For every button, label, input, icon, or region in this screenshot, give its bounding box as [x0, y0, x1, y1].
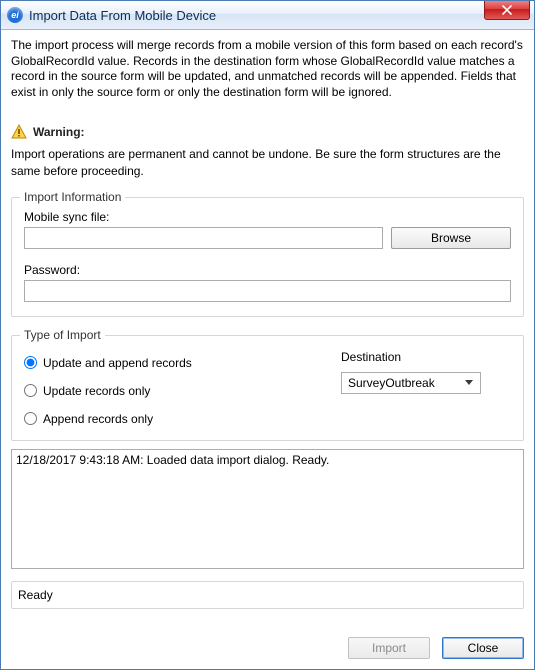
password-input[interactable] [24, 280, 511, 302]
app-icon: ei [7, 7, 23, 23]
browse-button[interactable]: Browse [391, 227, 511, 249]
import-dialog: ei Import Data From Mobile Device The im… [0, 0, 535, 670]
dialog-body: The import process will merge records fr… [1, 30, 534, 669]
status-bar: Ready [11, 581, 524, 609]
dialog-buttons: Import Close [11, 621, 524, 659]
close-button[interactable]: Close [442, 637, 524, 659]
radio-update-only-input[interactable] [24, 384, 37, 397]
import-information-group: Import Information Mobile sync file: Bro… [11, 197, 524, 317]
close-window-button[interactable] [484, 1, 530, 20]
radio-update-append-input[interactable] [24, 356, 37, 369]
radio-update-append[interactable]: Update and append records [24, 356, 321, 370]
type-of-import-legend: Type of Import [20, 328, 105, 342]
password-label: Password: [24, 263, 511, 277]
radio-update-only-label: Update records only [43, 384, 150, 398]
destination-block: Destination SurveyOutbreak [341, 350, 511, 426]
mobile-sync-file-input[interactable] [24, 227, 383, 249]
warning-header: Warning: [11, 124, 524, 140]
warning-icon [11, 124, 27, 140]
destination-value: SurveyOutbreak [348, 376, 435, 390]
titlebar: ei Import Data From Mobile Device [1, 1, 534, 30]
radio-update-append-label: Update and append records [43, 356, 192, 370]
radio-append-only-input[interactable] [24, 412, 37, 425]
radio-update-only[interactable]: Update records only [24, 384, 321, 398]
radio-append-only-label: Append records only [43, 412, 153, 426]
log-line: 12/18/2017 9:43:18 AM: Loaded data impor… [16, 453, 519, 467]
log-output[interactable]: 12/18/2017 9:43:18 AM: Loaded data impor… [11, 449, 524, 569]
destination-select[interactable]: SurveyOutbreak [341, 372, 481, 394]
warning-text: Import operations are permanent and cann… [11, 146, 524, 178]
radio-append-only[interactable]: Append records only [24, 412, 321, 426]
import-button[interactable]: Import [348, 637, 430, 659]
destination-label: Destination [341, 350, 511, 364]
mobile-sync-file-label: Mobile sync file: [24, 210, 511, 224]
warning-label: Warning: [33, 125, 85, 139]
chevron-down-icon [462, 380, 476, 385]
window-title: Import Data From Mobile Device [29, 8, 216, 23]
import-type-options: Update and append records Update records… [24, 350, 321, 426]
intro-text: The import process will merge records fr… [11, 38, 524, 100]
type-of-import-group: Type of Import Update and append records… [11, 335, 524, 441]
import-information-legend: Import Information [20, 190, 125, 204]
status-text: Ready [18, 588, 53, 602]
close-icon [502, 5, 512, 15]
